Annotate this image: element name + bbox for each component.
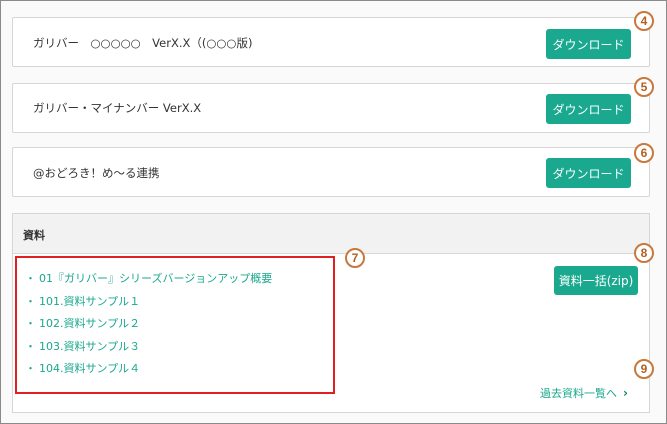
highlight-box — [15, 256, 335, 394]
callout-badge-7: 7 — [345, 248, 365, 268]
product-card-3: @おどろき！め～る連携 ダウンロード — [12, 147, 650, 197]
product-title: ガリバー ○○○○○ VerX.X（(○○○版) — [33, 36, 253, 50]
callout-badge-8: 8 — [634, 243, 654, 263]
product-card-1: ガリバー ○○○○○ VerX.X（(○○○版) ダウンロード — [12, 17, 650, 67]
callout-badge-5: 5 — [634, 77, 654, 97]
past-materials-label: 過去資料一覧へ — [540, 387, 617, 400]
download-button[interactable]: ダウンロード — [546, 29, 631, 59]
callout-badge-4: 4 — [634, 11, 654, 31]
bundle-download-button[interactable]: 資料一括(zip) — [554, 266, 638, 295]
chevron-right-icon: › — [623, 386, 628, 400]
download-button[interactable]: ダウンロード — [546, 158, 631, 188]
past-materials-link[interactable]: 過去資料一覧へ › — [540, 385, 628, 401]
download-button[interactable]: ダウンロード — [546, 94, 631, 124]
callout-badge-9: 9 — [634, 359, 654, 379]
product-title: ガリバー・マイナンバー VerX.X — [33, 101, 202, 115]
product-title: @おどろき！め～る連携 — [33, 166, 160, 180]
materials-header: 資料 — [13, 214, 649, 254]
product-card-2: ガリバー・マイナンバー VerX.X ダウンロード — [12, 83, 650, 133]
materials-heading: 資料 — [23, 229, 45, 242]
callout-badge-6: 6 — [634, 143, 654, 163]
